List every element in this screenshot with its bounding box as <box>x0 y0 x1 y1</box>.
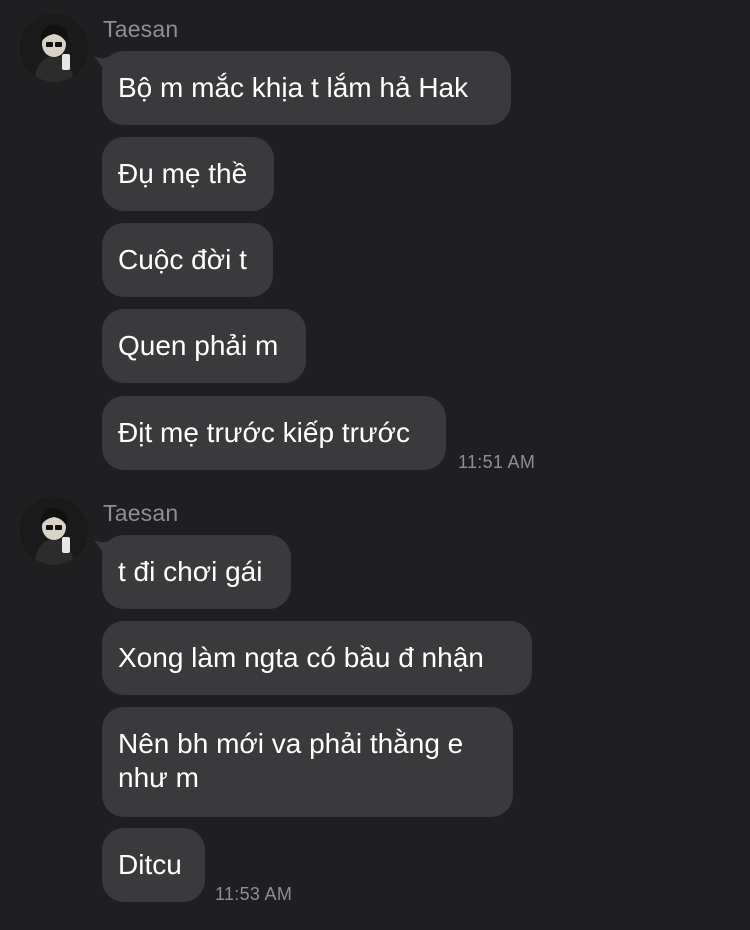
message-bubble[interactable]: Ditcu <box>102 828 205 902</box>
message-bubble[interactable]: t đi chơi gái <box>102 535 291 609</box>
sender-name: Taesan <box>103 500 179 526</box>
sender-avatar[interactable] <box>20 497 88 565</box>
profile-photo-icon <box>20 497 88 565</box>
message-bubble[interactable]: Nên bh mới va phải thằng e như m <box>102 707 513 817</box>
timestamp: 11:53 AM <box>215 884 293 904</box>
chat-screen: { "colors": { "background": "#1f1f21", "… <box>0 0 750 930</box>
message-group: Taesan t đi chơi gái Xong làm ngta có bầ… <box>0 0 750 930</box>
message-bubble[interactable]: Xong làm ngta có bầu đ nhận <box>102 621 532 695</box>
